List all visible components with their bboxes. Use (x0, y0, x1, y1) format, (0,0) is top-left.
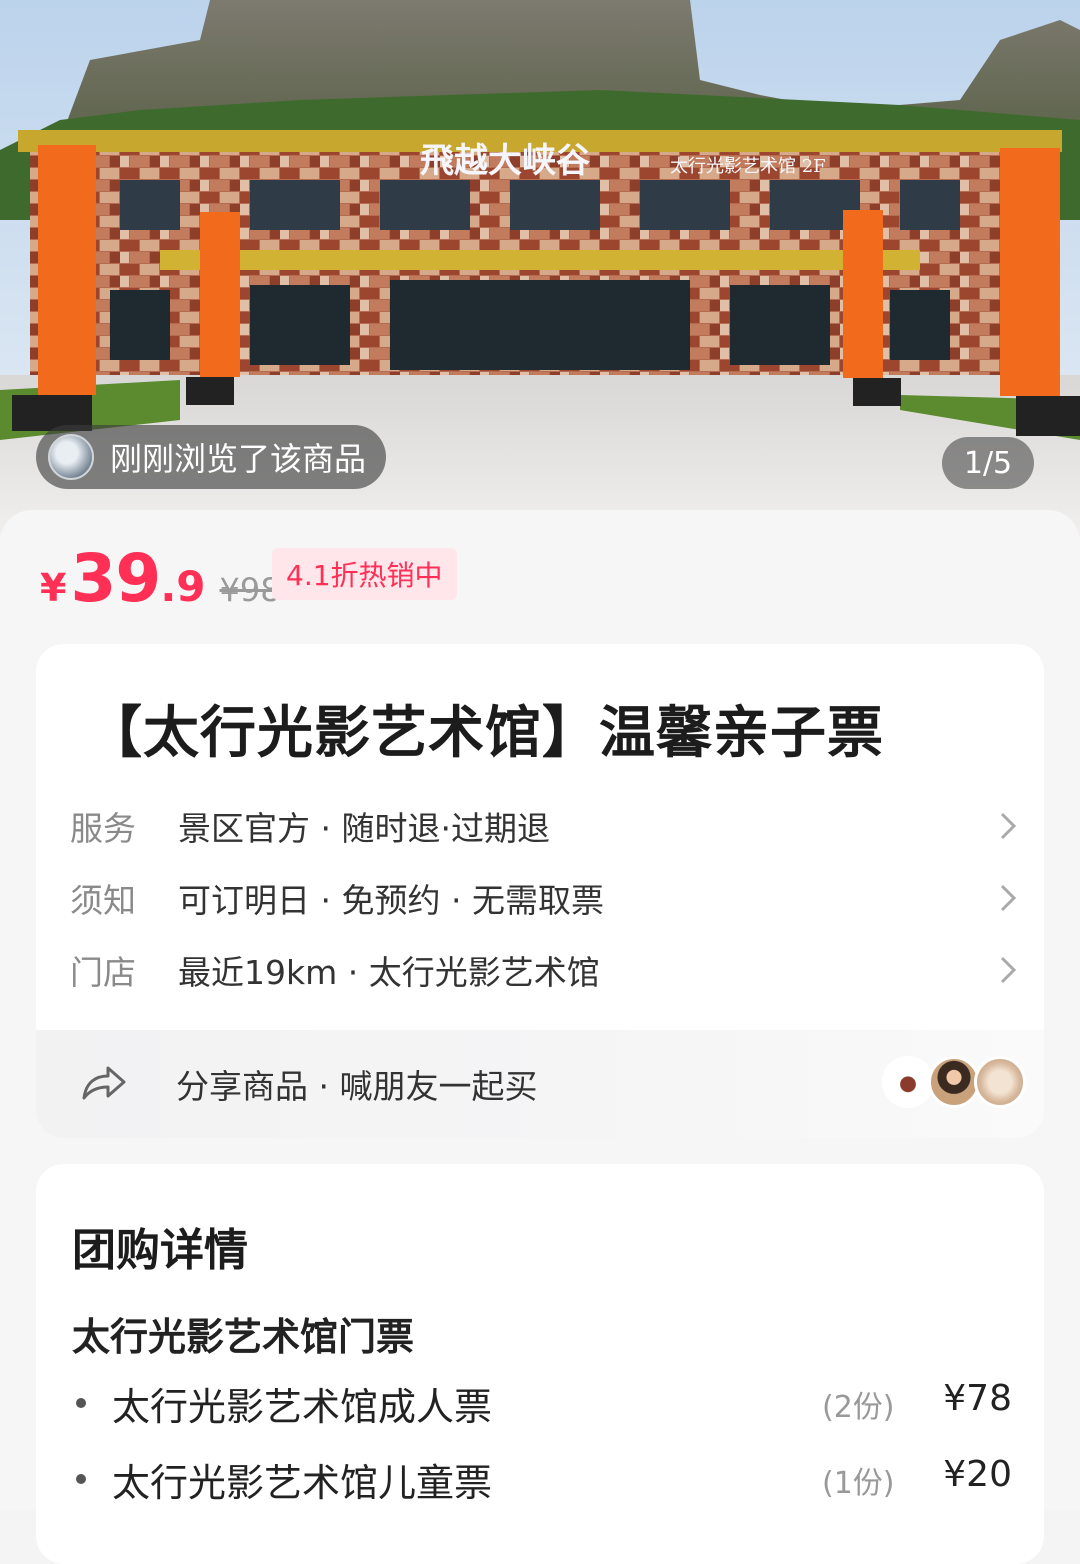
store-label: 门店 (70, 953, 136, 992)
service-label: 服务 (70, 809, 136, 848)
item-price: ¥20 (943, 1454, 1012, 1495)
notice-value: 可订明日 · 免预约 · 无需取票 (178, 881, 604, 920)
service-row[interactable]: 服务 景区官方 · 随时退·过期退 (70, 796, 1020, 856)
service-value: 景区官方 · 随时退·过期退 (178, 809, 550, 848)
building-sign: 飛越大峡谷 (420, 141, 590, 181)
viewer-avatar (48, 434, 94, 480)
notice-label: 须知 (70, 881, 136, 920)
recently-viewed-text: 刚刚浏览了该商品 (110, 440, 367, 478)
notice-row[interactable]: 须知 可订明日 · 免预约 · 无需取票 (70, 868, 1020, 928)
item-name: 太行光影艺术馆儿童票 (112, 1461, 493, 1505)
image-counter: 1/5 (942, 437, 1034, 489)
friend-avatar (882, 1056, 934, 1108)
friend-avatar (974, 1056, 1026, 1108)
details-subtitle: 太行光影艺术馆门票 (72, 1315, 415, 1359)
price-currency: ¥ (40, 566, 67, 610)
product-info-card: 【太行光影艺术馆】温馨亲子票 服务 景区官方 · 随时退·过期退 须知 可订明日… (36, 644, 1044, 1138)
item-name: 太行光影艺术馆成人票 (112, 1385, 493, 1429)
share-text: 分享商品 · 喊朋友一起买 (176, 1067, 538, 1106)
list-item: 太行光影艺术馆成人票 (2份) ¥78 (72, 1376, 1012, 1432)
chevron-right-icon (1000, 956, 1017, 984)
product-detail-sheet: ¥ 39 .9 ¥98 4.1折热销中 【太行光影艺术馆】温馨亲子票 服务 景区… (0, 510, 1080, 1564)
share-arrow-icon (82, 1066, 126, 1100)
discount-badge: 4.1折热销中 (272, 548, 457, 600)
price-integer: 39 (70, 540, 161, 617)
item-quantity: (1份) (822, 1466, 895, 1501)
details-title: 团购详情 (72, 1225, 248, 1276)
chevron-right-icon (1000, 812, 1017, 840)
chevron-right-icon (1000, 884, 1017, 912)
group-purchase-details-card: 团购详情 太行光影艺术馆门票 太行光影艺术馆成人票 (2份) ¥78 太行光影艺… (36, 1164, 1044, 1564)
price-row: ¥ 39 .9 ¥98 (40, 540, 281, 617)
bullet (76, 1398, 86, 1408)
price-decimal: .9 (160, 562, 206, 611)
product-title: 【太行光影艺术馆】温馨亲子票 (86, 701, 884, 766)
item-quantity: (2份) (822, 1390, 895, 1425)
building-sign-sub: 太行光影艺术馆 2F (670, 156, 826, 177)
bullet (76, 1474, 86, 1484)
item-price: ¥78 (943, 1378, 1012, 1419)
list-item: 太行光影艺术馆儿童票 (1份) ¥20 (72, 1452, 1012, 1508)
share-product-row[interactable]: 分享商品 · 喊朋友一起买 (36, 1030, 1044, 1138)
friend-avatars (882, 1056, 1026, 1108)
recently-viewed-pill: 刚刚浏览了该商品 (36, 425, 387, 489)
store-value: 最近19km · 太行光影艺术馆 (178, 953, 600, 992)
friend-avatar (928, 1056, 980, 1108)
store-row[interactable]: 门店 最近19km · 太行光影艺术馆 (70, 940, 1020, 1000)
product-image-carousel[interactable]: 飛越大峡谷 太行光影艺术馆 2F 刚刚浏览了该商品 1/5 (0, 0, 1080, 540)
